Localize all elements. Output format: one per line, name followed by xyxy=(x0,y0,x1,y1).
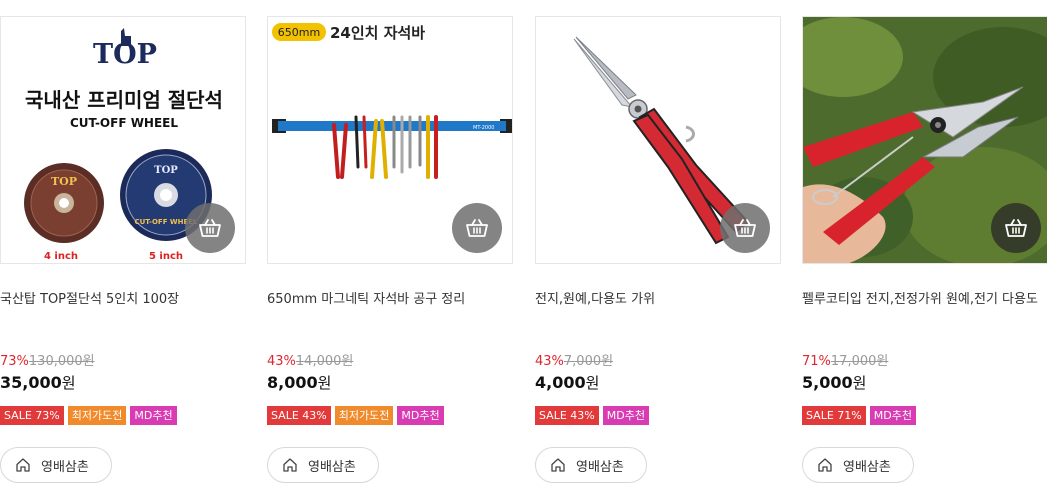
add-to-cart-button[interactable] xyxy=(452,203,502,253)
product-card[interactable]: TOP 국내산 프리미엄 절단석 CUT-OFF WHEEL TOP 4 inc… xyxy=(0,16,248,503)
image-headline: 24인치 자석바 xyxy=(330,24,425,42)
lowest-price-badge: 최저가도전 xyxy=(334,406,394,425)
discount-rate: 71% xyxy=(802,354,831,369)
md-pick-badge: MD추천 xyxy=(869,406,916,425)
store-name: 영배삼촌 xyxy=(843,459,891,475)
original-price: 14,000원 xyxy=(295,354,354,369)
brand-logo-text: TOP xyxy=(93,39,157,70)
size-tag: 650mm xyxy=(278,26,320,39)
store-button[interactable]: 영배삼촌 xyxy=(535,447,647,483)
md-pick-badge: MD추천 xyxy=(397,406,444,425)
product-image[interactable] xyxy=(802,16,1047,264)
original-price: 17,000원 xyxy=(830,354,889,369)
price-original-row: 71%17,000원 xyxy=(802,354,888,370)
currency: 원 xyxy=(585,374,600,392)
product-image[interactable]: 650mm 24인치 자석바 MT-2000 xyxy=(267,16,513,264)
currency: 원 xyxy=(852,374,867,392)
image-headline: 국내산 프리미엄 절단석 xyxy=(25,88,223,112)
basket-icon xyxy=(1005,219,1027,237)
discount-rate: 43% xyxy=(535,354,564,369)
price-original-row: 73%130,000원 xyxy=(0,354,95,370)
product-image[interactable] xyxy=(535,16,781,264)
badge-list: SALE 71% MD추천 xyxy=(802,406,916,425)
price-value: 5,000 xyxy=(802,373,853,392)
product-card[interactable]: 펠루코티입 전지,전정가위 원예,전기 다용도 71%17,000원 5,000… xyxy=(802,16,1047,503)
add-to-cart-button[interactable] xyxy=(991,203,1041,253)
basket-icon xyxy=(466,219,488,237)
store-button[interactable]: 영배삼촌 xyxy=(267,447,379,483)
disc-right-label: 5 inch xyxy=(149,251,183,262)
price-value: 8,000 xyxy=(267,373,318,392)
sale-badge: SALE 71% xyxy=(802,406,866,425)
price-original-row: 43%14,000원 xyxy=(267,354,353,370)
original-price: 7,000원 xyxy=(563,354,614,369)
store-name: 영배삼촌 xyxy=(576,459,624,475)
store-button[interactable]: 영배삼촌 xyxy=(802,447,914,483)
badge-list: SALE 43% MD추천 xyxy=(535,406,649,425)
sale-price: 4,000원 xyxy=(535,373,599,393)
sale-badge: SALE 43% xyxy=(535,406,599,425)
discount-rate: 73% xyxy=(0,354,29,369)
product-title[interactable]: 국산탑 TOP절단석 5인치 100장 xyxy=(0,290,248,310)
sale-price: 5,000원 xyxy=(802,373,866,393)
add-to-cart-button[interactable] xyxy=(185,203,235,253)
md-pick-badge: MD추천 xyxy=(602,406,649,425)
original-price: 130,000원 xyxy=(28,354,95,369)
product-card[interactable]: 전지,원예,다용도 가위 43%7,000원 4,000원 SALE 43% M… xyxy=(535,16,783,503)
price-value: 4,000 xyxy=(535,373,586,392)
disc-brand-text: TOP xyxy=(51,175,77,188)
add-to-cart-button[interactable] xyxy=(720,203,770,253)
product-title[interactable]: 펠루코티입 전지,전정가위 원예,전기 다용도 xyxy=(802,290,1047,310)
store-name: 영배삼촌 xyxy=(41,459,89,475)
sale-badge: SALE 43% xyxy=(267,406,331,425)
product-image[interactable]: TOP 국내산 프리미엄 절단석 CUT-OFF WHEEL TOP 4 inc… xyxy=(0,16,246,264)
sale-price: 8,000원 xyxy=(267,373,331,393)
currency: 원 xyxy=(61,374,76,392)
lowest-price-badge: 최저가도전 xyxy=(67,406,127,425)
product-card[interactable]: 650mm 24인치 자석바 MT-2000 650mm 마그네틱 자석바 공구… xyxy=(267,16,515,503)
disc-left-label: 4 inch xyxy=(44,251,78,262)
md-pick-badge: MD추천 xyxy=(130,406,177,425)
store-button[interactable]: 영배삼촌 xyxy=(0,447,112,483)
home-icon xyxy=(283,458,297,472)
basket-icon xyxy=(734,219,756,237)
home-icon xyxy=(551,458,565,472)
badge-list: SALE 73% 최저가도전 MD추천 xyxy=(0,406,177,425)
price-value: 35,000 xyxy=(0,373,62,392)
price-original-row: 43%7,000원 xyxy=(535,354,613,370)
basket-icon xyxy=(199,219,221,237)
home-icon xyxy=(818,458,832,472)
badge-list: SALE 43% 최저가도전 MD추천 xyxy=(267,406,444,425)
currency: 원 xyxy=(317,374,332,392)
sale-badge: SALE 73% xyxy=(0,406,64,425)
sale-price: 35,000원 xyxy=(0,373,76,393)
discount-rate: 43% xyxy=(267,354,296,369)
store-name: 영배삼촌 xyxy=(308,459,356,475)
image-subline: CUT-OFF WHEEL xyxy=(70,116,178,130)
svg-text:MT-2000: MT-2000 xyxy=(473,125,494,131)
product-title[interactable]: 전지,원예,다용도 가위 xyxy=(535,290,783,310)
product-title[interactable]: 650mm 마그네틱 자석바 공구 정리 xyxy=(267,290,515,310)
home-icon xyxy=(16,458,30,472)
disc-brand-text-right: TOP xyxy=(154,165,178,176)
